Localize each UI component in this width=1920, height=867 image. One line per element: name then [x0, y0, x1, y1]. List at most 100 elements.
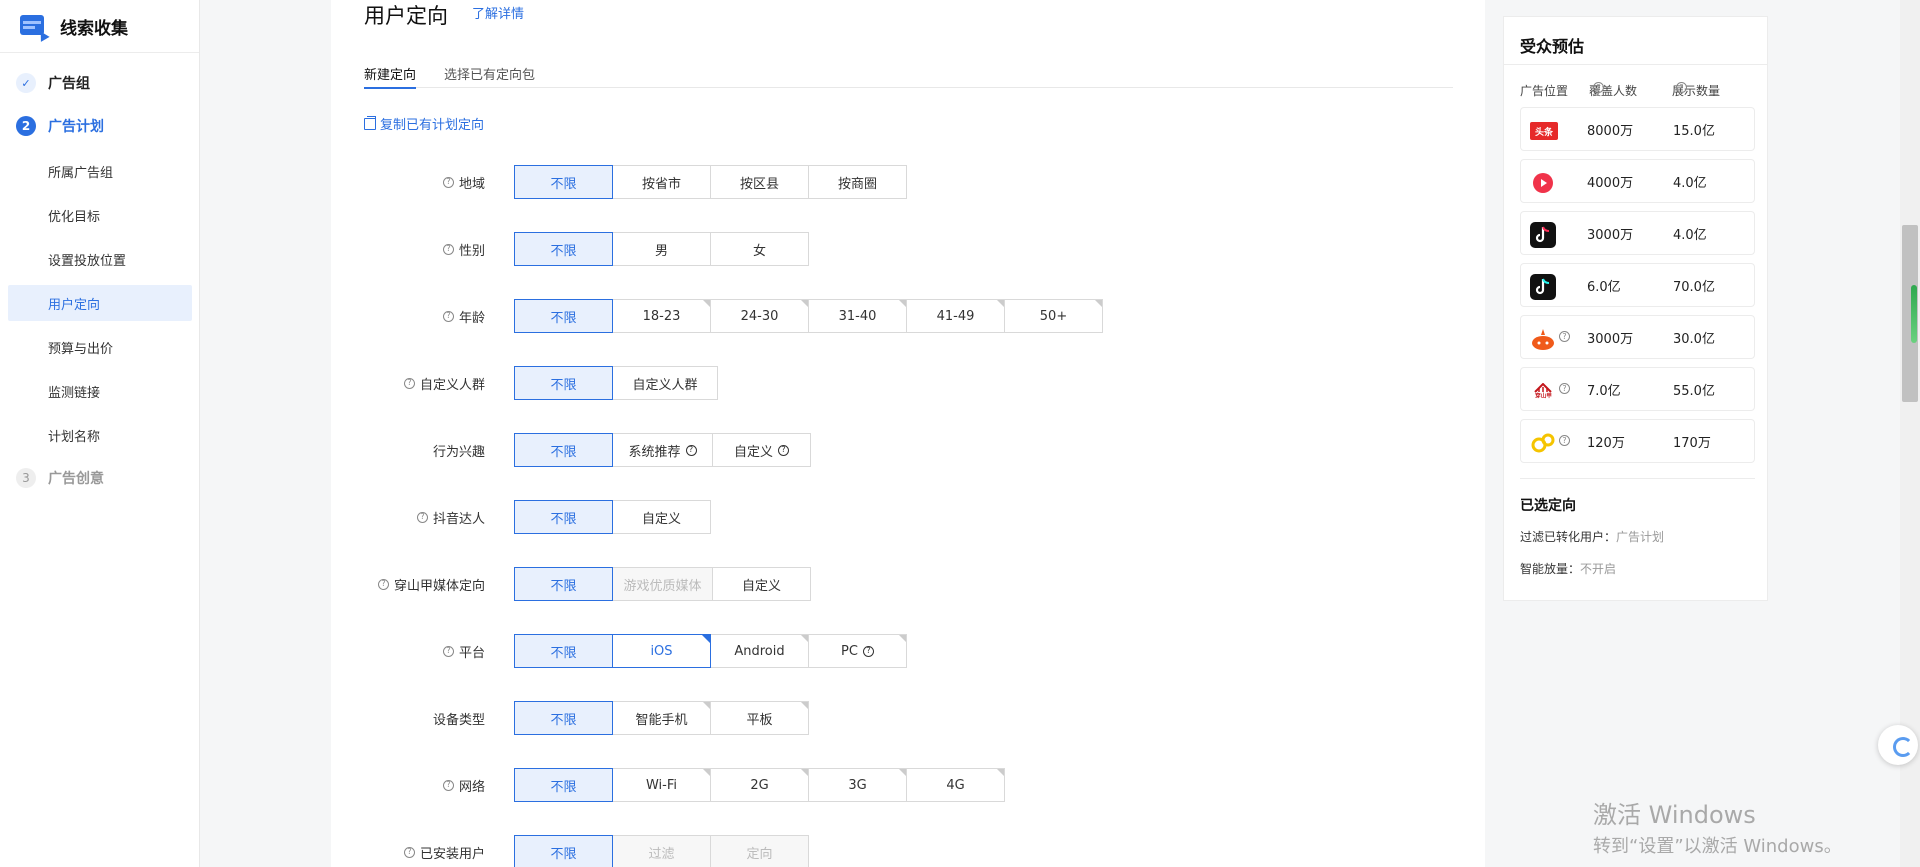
row-label: ? 地域: [442, 165, 485, 199]
help-icon[interactable]: ?: [377, 578, 389, 590]
option-custom[interactable]: 自定义: [712, 567, 811, 601]
option-custom-audience[interactable]: 自定义人群: [612, 366, 718, 400]
selected-smart-scale: 智能放量：不开启: [1520, 562, 1617, 576]
option-unlimited[interactable]: 不限: [514, 165, 613, 199]
floating-help-button[interactable]: [1878, 725, 1918, 765]
step-ad-creative[interactable]: 3 广告创意: [16, 466, 104, 490]
help-icon[interactable]: ?: [403, 377, 415, 389]
douyin-icon: [1530, 222, 1556, 248]
toutiao-icon: 头条: [1530, 122, 1558, 140]
option-pc[interactable]: PC?: [808, 634, 907, 668]
option-smartphone[interactable]: 智能手机: [612, 701, 711, 735]
option-unlimited[interactable]: 不限: [514, 701, 613, 735]
option-unlimited[interactable]: 不限: [514, 232, 613, 266]
step-label: 广告计划: [48, 119, 104, 135]
help-icon[interactable]: ?: [1559, 383, 1570, 394]
option-unlimited[interactable]: 不限: [514, 500, 613, 534]
option-custom[interactable]: 自定义?: [712, 433, 811, 467]
option-unlimited[interactable]: 不限: [514, 433, 613, 467]
option-by-province[interactable]: 按省市: [612, 165, 711, 199]
copy-targeting-link[interactable]: 复制已有计划定向: [364, 114, 484, 133]
option-by-district[interactable]: 按区县: [710, 165, 809, 199]
sidebar-item-tracking-link[interactable]: 监测链接: [8, 373, 192, 409]
brand-header: 线索收集: [0, 0, 199, 53]
option-age-31-40[interactable]: 31-40: [808, 299, 907, 333]
row-label: ? 自定义人群: [403, 366, 485, 400]
option-unlimited[interactable]: 不限: [514, 366, 613, 400]
option-by-business-area[interactable]: 按商圈: [808, 165, 907, 199]
option-wifi[interactable]: Wi-Fi: [612, 768, 711, 802]
option-tablet[interactable]: 平板: [710, 701, 809, 735]
option-age-18-23[interactable]: 18-23: [612, 299, 711, 333]
option-unlimited[interactable]: 不限: [514, 634, 613, 668]
option-age-41-49[interactable]: 41-49: [906, 299, 1005, 333]
row-label: ? 抖音达人: [416, 500, 485, 534]
option-4g[interactable]: 4G: [906, 768, 1005, 802]
row-label: ? 网络: [442, 768, 485, 802]
targeting-tabs: 新建定向 选择已有定向包: [364, 64, 1453, 89]
option-group: 不限 自定义: [514, 500, 711, 534]
tab-existing-package[interactable]: 选择已有定向包: [444, 64, 535, 83]
impressions-value: 4.0亿: [1673, 227, 1707, 243]
check-icon: ✓: [16, 73, 36, 93]
help-icon: ?: [862, 645, 874, 657]
sidebar-item-plan-name[interactable]: 计划名称: [8, 417, 192, 453]
option-2g[interactable]: 2G: [710, 768, 809, 802]
help-icon[interactable]: ?: [442, 645, 454, 657]
option-group: 不限 智能手机 平板: [514, 701, 809, 735]
help-icon[interactable]: ?: [1593, 82, 1604, 93]
option-age-24-30[interactable]: 24-30: [710, 299, 809, 333]
option-custom[interactable]: 自定义: [612, 500, 711, 534]
option-unlimited[interactable]: 不限: [514, 768, 613, 802]
watermark-line-1: 激活 Windows: [1593, 801, 1756, 829]
option-3g[interactable]: 3G: [808, 768, 907, 802]
tab-new-targeting[interactable]: 新建定向: [364, 64, 417, 89]
help-icon[interactable]: ?: [442, 243, 454, 255]
step-ad-group[interactable]: ✓ 广告组: [16, 71, 90, 95]
audience-row: 6.0亿 70.0亿: [1520, 263, 1755, 307]
help-icon[interactable]: ?: [442, 176, 454, 188]
help-icon[interactable]: ?: [442, 310, 454, 322]
option-group: 不限 过滤 定向: [514, 835, 809, 867]
lead-form-icon: [18, 12, 50, 42]
help-icon[interactable]: ?: [416, 511, 428, 523]
help-icon[interactable]: ?: [403, 846, 415, 858]
douyin-lite-icon: [1530, 274, 1556, 300]
help-icon: ?: [778, 444, 789, 456]
learn-more-link[interactable]: 了解详情: [472, 3, 524, 22]
option-unlimited[interactable]: 不限: [514, 567, 613, 601]
targeting-panel: 用户定向 了解详情 新建定向 选择已有定向包 复制已有计划定向 ? 地域 不限 按…: [331, 0, 1485, 867]
option-group: 不限 游戏优质媒体 自定义: [514, 567, 811, 601]
option-age-50-plus[interactable]: 50+: [1004, 299, 1103, 333]
coverage-value: 7.0亿: [1587, 383, 1621, 399]
option-ios[interactable]: iOS: [612, 634, 711, 668]
row-douyin-creator: ? 抖音达人 不限 自定义: [331, 500, 1485, 534]
sidebar-item-optimization-goal[interactable]: 优化目标: [8, 197, 192, 233]
row-label: 行为兴趣: [432, 444, 485, 460]
impressions-value: 55.0亿: [1673, 383, 1715, 399]
row-region: ? 地域 不限 按省市 按区县 按商圈: [331, 165, 1485, 199]
header-placement: 广告位置: [1520, 84, 1569, 98]
option-unlimited[interactable]: 不限: [514, 299, 613, 333]
option-system-recommend[interactable]: 系统推荐?: [612, 433, 713, 467]
sidebar-item-ad-group[interactable]: 所属广告组: [8, 153, 192, 189]
audience-row: 4000万 4.0亿: [1520, 159, 1755, 203]
option-android[interactable]: Android: [710, 634, 809, 668]
sidebar-item-placement[interactable]: 设置投放位置: [8, 241, 192, 277]
green-indicator: [1911, 285, 1917, 343]
help-icon[interactable]: ?: [442, 779, 454, 791]
option-unlimited[interactable]: 不限: [514, 835, 613, 867]
help-icon[interactable]: ?: [1559, 331, 1570, 342]
coverage-value: 120万: [1587, 435, 1625, 451]
option-male[interactable]: 男: [612, 232, 711, 266]
selected-filter-converted: 过滤已转化用户：广告计划: [1520, 530, 1665, 544]
option-female[interactable]: 女: [710, 232, 809, 266]
step-ad-plan[interactable]: 2 广告计划: [16, 114, 104, 138]
page-title: 用户定向: [364, 4, 448, 28]
row-device-type: 设备类型 不限 智能手机 平板: [331, 701, 1485, 735]
option-group: 不限 自定义人群: [514, 366, 718, 400]
help-icon[interactable]: ?: [1676, 82, 1687, 93]
sidebar-item-user-targeting[interactable]: 用户定向: [8, 285, 192, 321]
sidebar-item-budget-bid[interactable]: 预算与出价: [8, 329, 192, 365]
help-icon[interactable]: ?: [1559, 435, 1570, 446]
